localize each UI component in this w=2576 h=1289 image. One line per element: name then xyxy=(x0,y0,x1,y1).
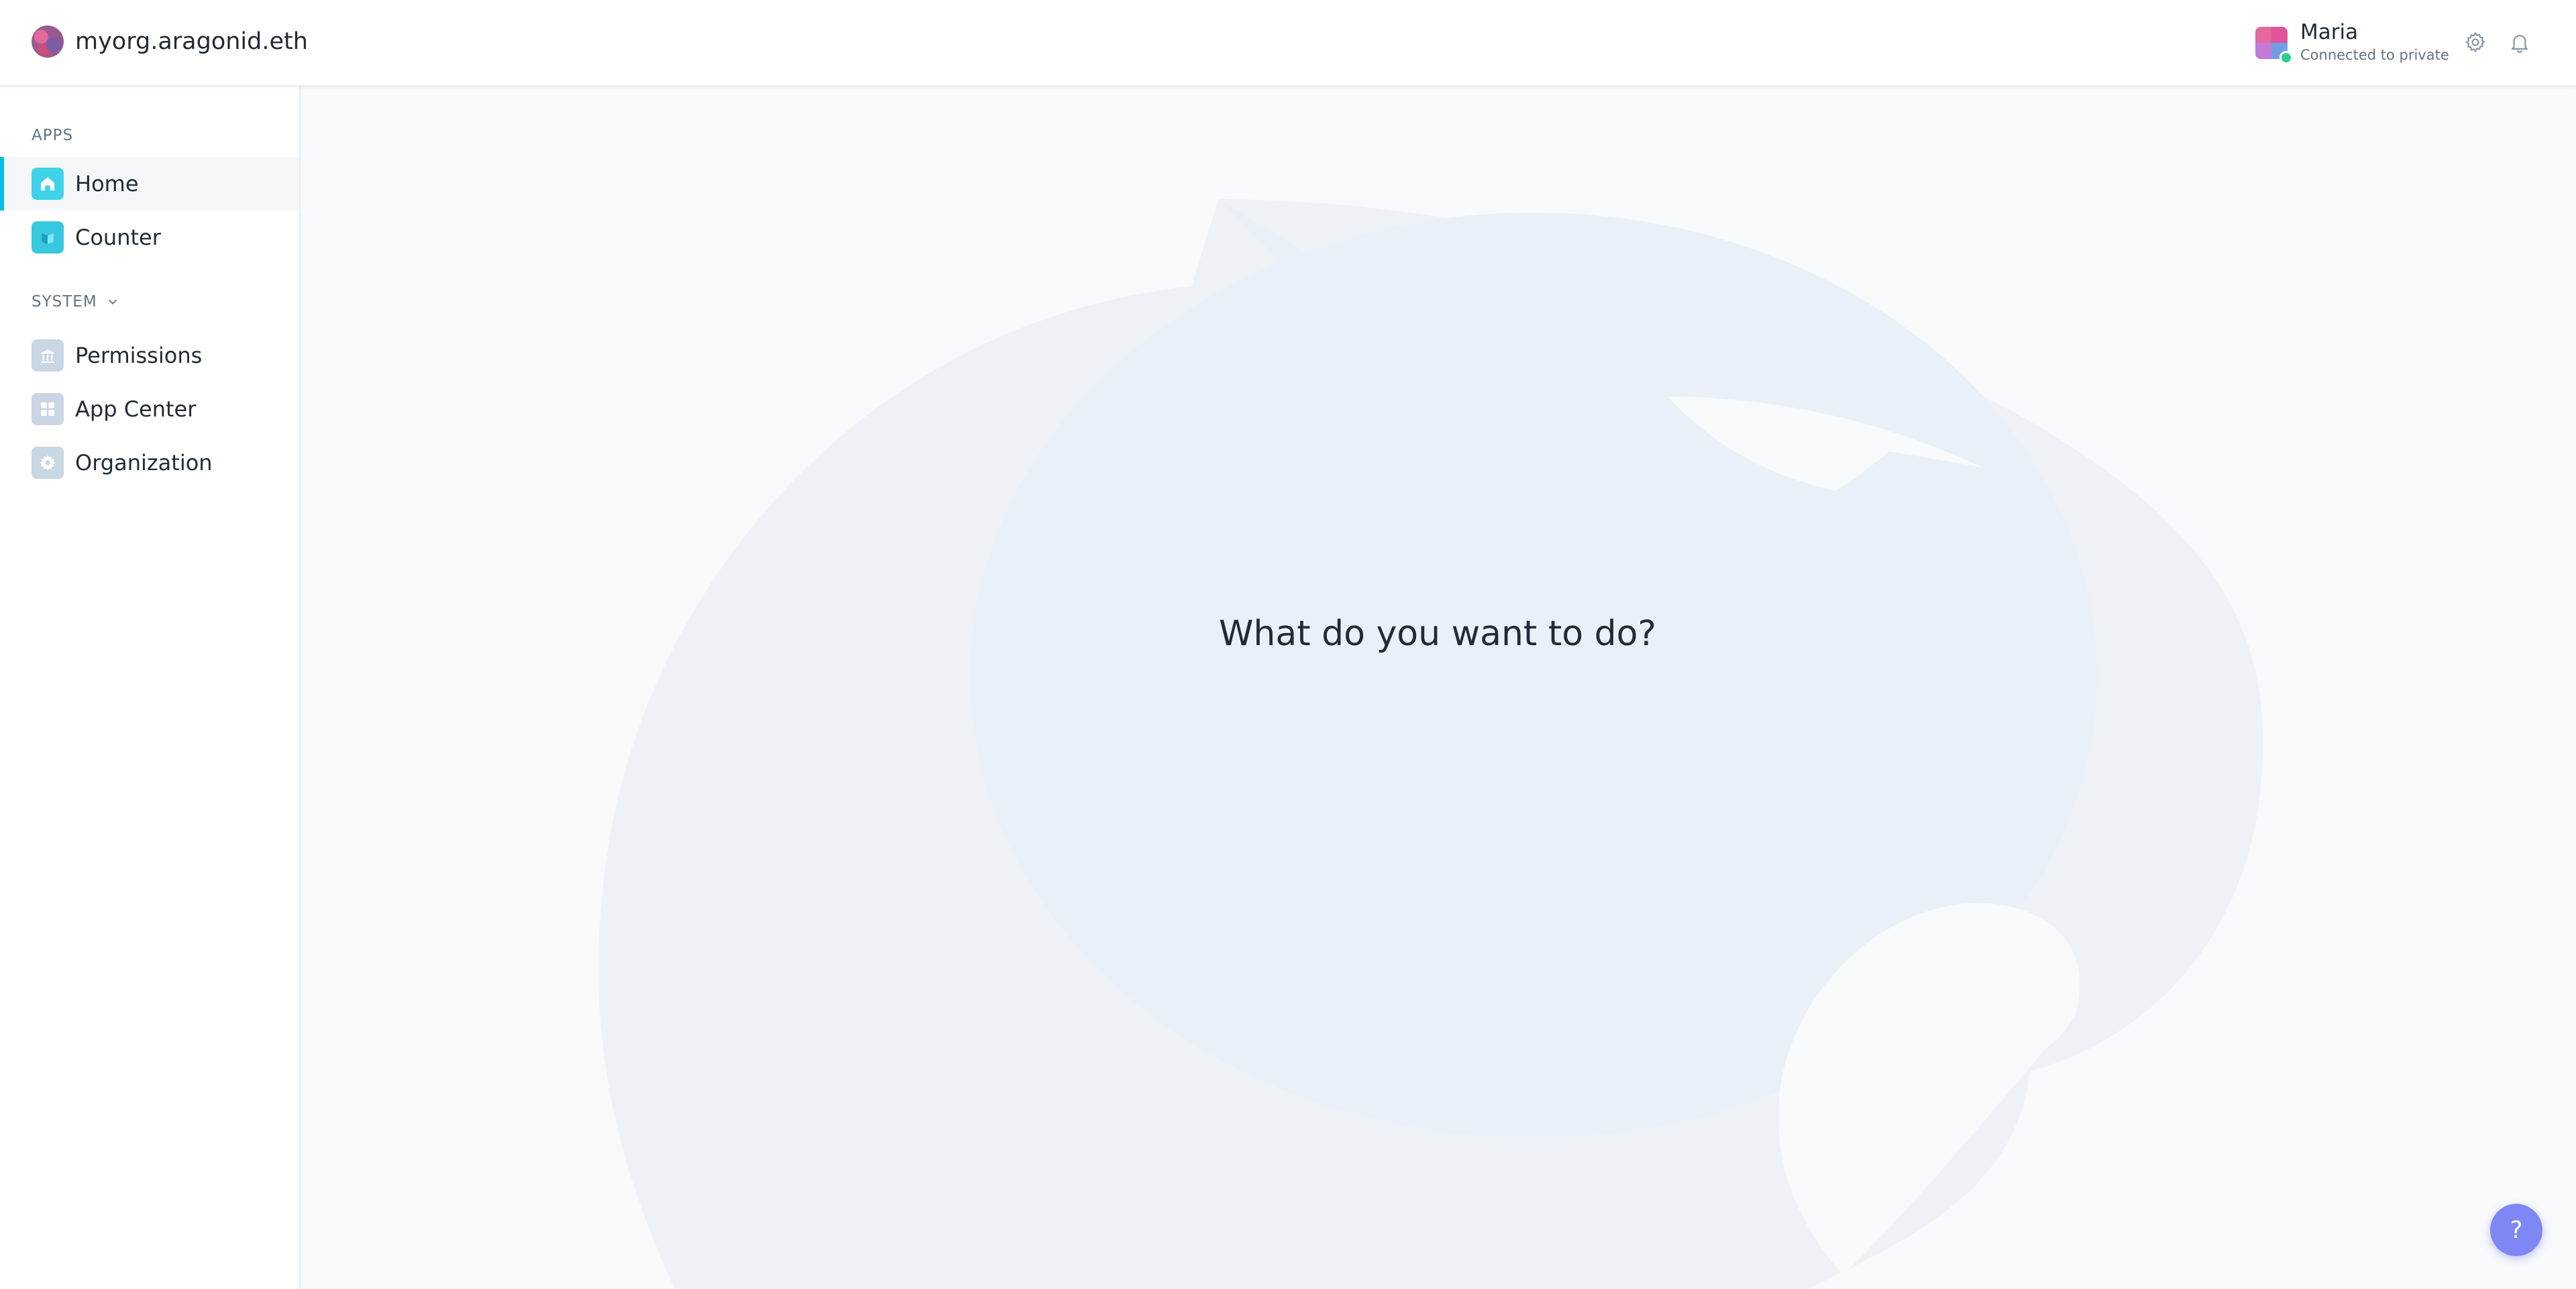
sidebar-item-label: Home xyxy=(75,171,139,197)
sidebar-item-label: Organization xyxy=(75,450,213,475)
user-name[interactable]: Maria xyxy=(2300,20,2358,44)
connection-status: Connected to private xyxy=(2300,47,2449,63)
sidebar-item-counter[interactable]: Counter xyxy=(0,211,299,264)
settings-icon[interactable] xyxy=(2461,28,2489,56)
sidebar-item-home[interactable]: Home xyxy=(0,157,299,211)
sidebar: APPS Home Counter SYSTEM Permissions App… xyxy=(0,85,301,1289)
help-icon: ? xyxy=(2510,1216,2523,1244)
chevron-down-icon xyxy=(108,299,117,305)
permissions-icon xyxy=(32,339,64,372)
notifications-icon[interactable] xyxy=(2506,28,2534,56)
org-avatar[interactable] xyxy=(32,25,64,58)
organization-icon xyxy=(32,447,64,479)
home-icon xyxy=(32,168,64,200)
page-headline: What do you want to do? xyxy=(1218,614,1656,654)
sidebar-item-label: App Center xyxy=(75,396,197,422)
sidebar-item-organization[interactable]: Organization xyxy=(0,436,299,490)
counter-icon xyxy=(32,221,64,254)
top-bar: myorg.aragonid.eth Maria Connected to pr… xyxy=(0,0,2576,87)
app-center-icon xyxy=(32,393,64,425)
sidebar-item-label: Counter xyxy=(75,225,161,250)
home-content: What do you want to do? xyxy=(299,85,2576,1289)
help-button[interactable]: ? xyxy=(2490,1204,2542,1256)
org-name[interactable]: myorg.aragonid.eth xyxy=(75,25,308,58)
apps-section-label: APPS xyxy=(32,127,74,144)
sidebar-item-permissions[interactable]: Permissions xyxy=(0,329,299,382)
aragon-watermark-icon xyxy=(598,199,2263,1289)
sidebar-item-app-center[interactable]: App Center xyxy=(0,382,299,436)
connection-status-dot xyxy=(2279,51,2293,64)
system-section-toggle[interactable]: SYSTEM xyxy=(32,293,120,311)
sidebar-item-label: Permissions xyxy=(75,343,203,368)
